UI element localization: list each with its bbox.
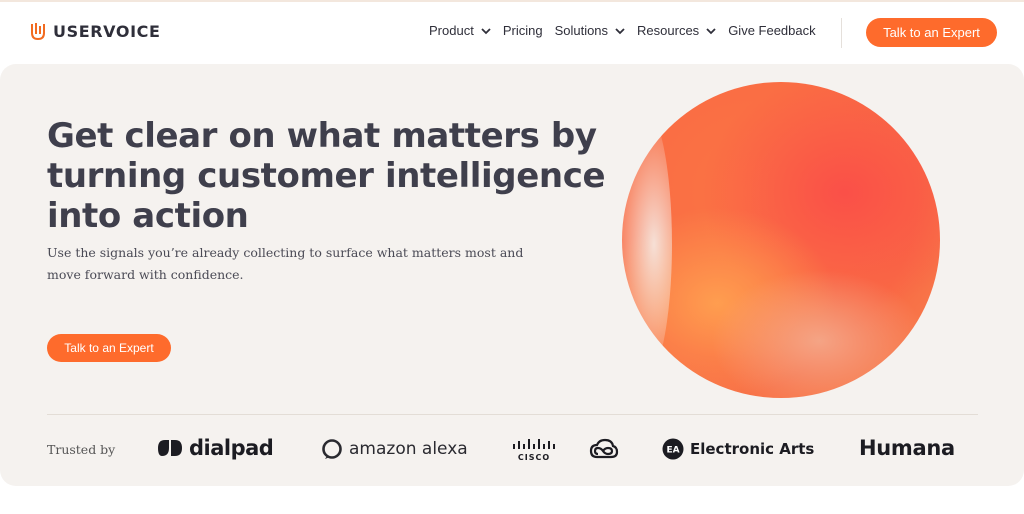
nav-item-solutions[interactable]: Solutions <box>555 23 625 38</box>
chevron-down-icon <box>706 28 716 35</box>
electronic-arts-logo: EA Electronic Arts <box>662 438 814 460</box>
main-nav: Product Pricing Solutions Resources Give… <box>429 23 816 38</box>
divider <box>47 414 978 415</box>
ea-badge-icon: EA <box>662 438 684 460</box>
nav-item-give-feedback[interactable]: Give Feedback <box>728 23 815 38</box>
nav-item-resources[interactable]: Resources <box>637 23 716 38</box>
dialpad-logo: dialpad <box>157 436 274 460</box>
site-header: USERVOICE Product Pricing Solutions Reso… <box>0 2 1024 62</box>
amazon-alexa-name: amazon alexa <box>349 439 468 459</box>
uservoice-logo-icon <box>31 23 45 41</box>
cisco-bars-icon <box>513 439 555 449</box>
trusted-by-label: Trusted by <box>47 442 116 457</box>
creative-cloud-icon <box>589 438 619 459</box>
orb-haze <box>612 104 672 384</box>
electronic-arts-name: Electronic Arts <box>690 440 815 458</box>
alexa-ring-icon <box>322 439 342 459</box>
nav-item-label: Resources <box>637 23 700 38</box>
nav-item-product[interactable]: Product <box>429 23 491 38</box>
brand-name: USERVOICE <box>53 22 161 41</box>
cisco-name: CISCO <box>517 453 551 462</box>
nav-item-label: Give Feedback <box>728 23 816 38</box>
hero-title: Get clear on what matters by turning cus… <box>47 116 606 236</box>
chevron-down-icon <box>481 28 491 35</box>
creative-cloud-logo <box>589 438 619 460</box>
hero-section: Get clear on what matters by turning cus… <box>0 64 1024 486</box>
nav-item-label: Product <box>429 23 474 38</box>
nav-item-pricing[interactable]: Pricing <box>503 23 543 38</box>
talk-to-expert-hero-button[interactable]: Talk to an Expert <box>47 334 171 362</box>
svg-text:EA: EA <box>666 446 679 456</box>
nav-item-label: Pricing <box>502 23 543 38</box>
dialpad-logo-icon <box>158 440 182 456</box>
humana-name: Humana <box>859 436 955 460</box>
amazon-alexa-logo: amazon alexa <box>321 438 468 460</box>
cisco-logo: CISCO <box>512 438 556 462</box>
nav-item-label: Solutions <box>554 23 609 38</box>
talk-to-expert-header-button[interactable]: Talk to an Expert <box>866 18 997 47</box>
hero-subtitle: Use the signals you’re already collectin… <box>47 245 524 282</box>
brand-logo[interactable]: USERVOICE <box>31 22 161 41</box>
dialpad-name: dialpad <box>189 436 274 460</box>
nav-divider <box>841 18 842 48</box>
humana-logo: Humana <box>859 436 955 460</box>
chevron-down-icon <box>615 28 625 35</box>
